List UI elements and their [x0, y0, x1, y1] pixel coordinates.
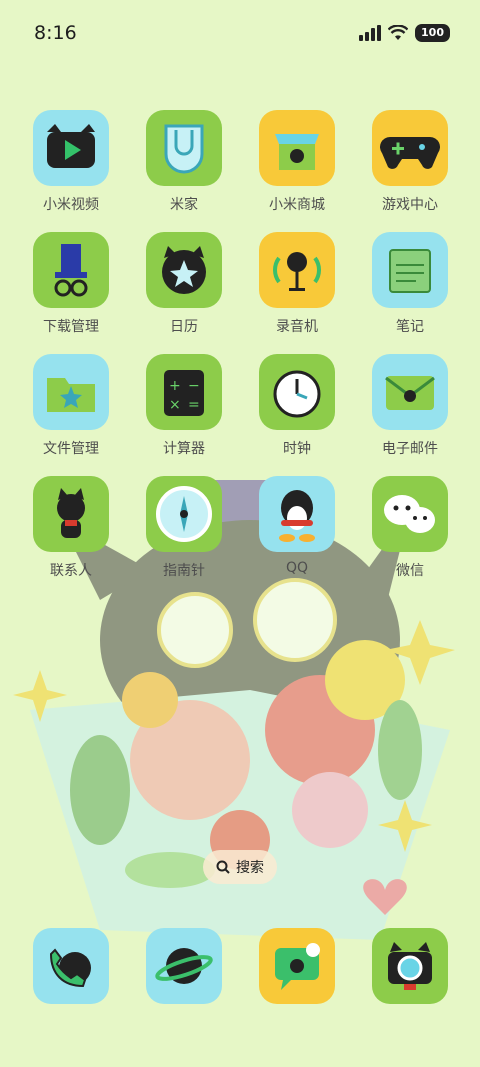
- dock-browser[interactable]: [128, 928, 240, 1008]
- qq-penguin-icon: [259, 476, 335, 552]
- app-calendar[interactable]: 日历: [128, 232, 240, 342]
- app-label: 下载管理: [43, 319, 99, 335]
- search-icon: [216, 860, 230, 874]
- calendar-icon: [146, 232, 222, 308]
- app-download-manager[interactable]: 下载管理: [15, 232, 127, 342]
- app-email[interactable]: 电子邮件: [354, 354, 466, 464]
- signal-icon: [359, 25, 382, 41]
- svg-text:+: +: [169, 378, 181, 394]
- svg-text:×: ×: [169, 397, 181, 413]
- app-xiaomi-store[interactable]: 小米商城: [241, 110, 353, 220]
- browser-planet-icon: [146, 928, 222, 1004]
- app-label: 小米商城: [269, 197, 325, 213]
- app-calculator[interactable]: + − × = 计算器: [128, 354, 240, 464]
- app-label: 日历: [170, 319, 198, 335]
- search-button[interactable]: 搜索: [203, 850, 277, 884]
- app-recorder[interactable]: 录音机: [241, 232, 353, 342]
- contacts-icon: [33, 476, 109, 552]
- app-label: 计算器: [163, 441, 205, 457]
- app-label: 电子邮件: [382, 441, 438, 457]
- folder-icon: [33, 354, 109, 430]
- app-label: QQ: [285, 560, 309, 576]
- status-bar: 8:16 100: [0, 0, 480, 68]
- dock: [15, 928, 465, 1008]
- app-game-center[interactable]: 游戏中心: [354, 110, 466, 220]
- app-label: 文件管理: [43, 441, 99, 457]
- app-label: 时钟: [283, 441, 311, 457]
- search-label: 搜索: [236, 860, 264, 876]
- app-label: 录音机: [276, 319, 318, 335]
- app-label: 指南针: [163, 563, 205, 579]
- app-clock[interactable]: 时钟: [241, 354, 353, 464]
- app-contacts[interactable]: 联系人: [15, 476, 127, 586]
- video-play-icon: [33, 110, 109, 186]
- svg-text:=: =: [188, 397, 200, 413]
- calculator-icon: + − × =: [146, 354, 222, 430]
- notes-icon: [372, 232, 448, 308]
- camera-icon: [372, 928, 448, 1004]
- phone-icon: [33, 928, 109, 1004]
- app-mijia[interactable]: 米家: [128, 110, 240, 220]
- dock-camera[interactable]: [354, 928, 466, 1008]
- battery-icon: 100: [415, 24, 450, 42]
- dock-phone[interactable]: [15, 928, 127, 1008]
- microphone-icon: [259, 232, 335, 308]
- app-label: 小米视频: [43, 197, 99, 213]
- app-label: 联系人: [50, 563, 92, 579]
- svg-text:−: −: [188, 378, 200, 394]
- app-label: 笔记: [396, 319, 424, 335]
- app-file-manager[interactable]: 文件管理: [15, 354, 127, 464]
- app-qq[interactable]: QQ: [241, 476, 353, 586]
- wechat-icon: [372, 476, 448, 552]
- dock-messages[interactable]: [241, 928, 353, 1008]
- app-wechat[interactable]: 微信: [354, 476, 466, 586]
- app-label: 米家: [170, 197, 198, 213]
- status-time: 8:16: [34, 22, 77, 44]
- app-label: 微信: [396, 563, 424, 579]
- app-xiaomi-video[interactable]: 小米视频: [15, 110, 127, 220]
- download-icon: [33, 232, 109, 308]
- wifi-icon: [388, 25, 409, 40]
- store-icon: [259, 110, 335, 186]
- messages-icon: [259, 928, 335, 1004]
- gamepad-icon: [372, 110, 448, 186]
- mijia-icon: [146, 110, 222, 186]
- app-notes[interactable]: 笔记: [354, 232, 466, 342]
- clock-icon: [259, 354, 335, 430]
- app-label: 游戏中心: [382, 197, 438, 213]
- compass-icon: [146, 476, 222, 552]
- app-compass[interactable]: 指南针: [128, 476, 240, 586]
- mail-icon: [372, 354, 448, 430]
